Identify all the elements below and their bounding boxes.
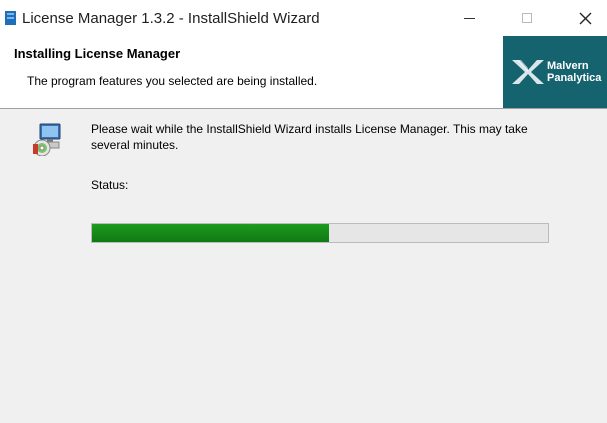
step-subtitle: The program features you selected are be…: [27, 74, 318, 88]
progress-fill: [92, 224, 330, 242]
wait-message: Please wait while the InstallShield Wiza…: [91, 122, 528, 152]
close-icon: [579, 12, 591, 24]
window-title: License Manager 1.3.2 - InstallShield Wi…: [22, 10, 320, 27]
brand-name-line2: Panalytica: [547, 72, 602, 84]
brand-logo: Malvern Panalytica: [503, 36, 607, 108]
malvern-logo-mark-icon: [512, 60, 544, 84]
step-title: Installing License Manager: [14, 46, 181, 61]
minimize-icon: [463, 17, 475, 19]
installer-app-icon: [5, 11, 16, 25]
minimize-button[interactable]: [446, 0, 492, 36]
status-label: Status:: [91, 178, 129, 192]
maximize-icon: [522, 13, 532, 23]
wizard-header: Installing License Manager The program f…: [0, 36, 607, 109]
installer-window: License Manager 1.3.2 - InstallShield Wi…: [0, 0, 607, 423]
setup-computer-icon: [33, 123, 61, 156]
wizard-body: Please wait while the InstallShield Wiza…: [0, 109, 607, 423]
maximize-button[interactable]: [504, 0, 550, 36]
title-bar[interactable]: License Manager 1.3.2 - InstallShield Wi…: [0, 0, 607, 36]
install-progress-bar: [91, 223, 549, 243]
brand-name-line1: Malvern: [547, 60, 589, 72]
close-button[interactable]: [562, 0, 607, 36]
